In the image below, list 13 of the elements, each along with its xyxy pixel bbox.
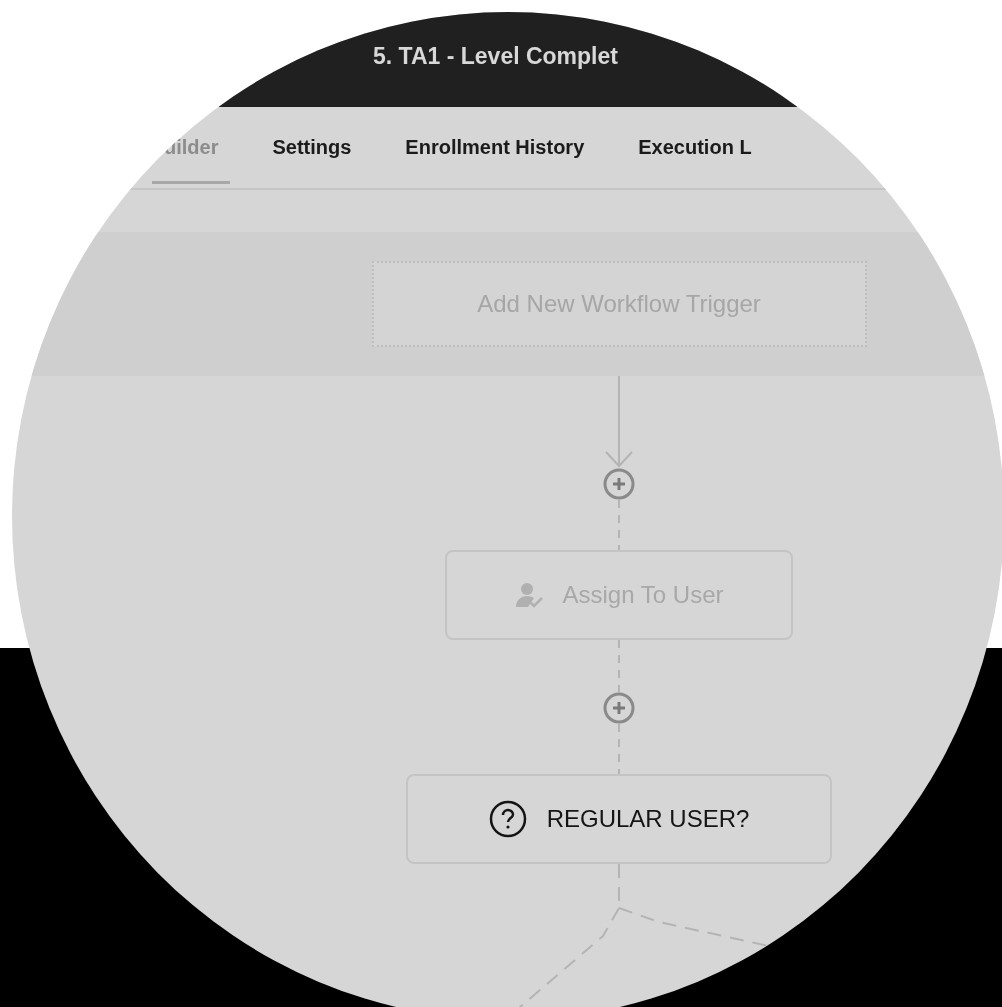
connector-line xyxy=(618,640,620,692)
user-check-icon xyxy=(514,581,543,609)
tab[interactable]: Execution L xyxy=(626,136,764,184)
node-label: REGULAR USER? xyxy=(546,805,750,833)
condition-node[interactable]: REGULAR USER? xyxy=(406,774,832,864)
question-icon xyxy=(488,800,527,838)
tab[interactable]: Enrollment History xyxy=(393,136,597,184)
tab[interactable]: Settings xyxy=(260,136,364,184)
add-step-icon[interactable] xyxy=(603,468,635,500)
connector-line xyxy=(618,724,620,774)
add-step-icon[interactable] xyxy=(603,692,635,724)
window-title: 5. TA1 - Level Complet xyxy=(373,43,618,70)
connector-line xyxy=(618,500,620,550)
